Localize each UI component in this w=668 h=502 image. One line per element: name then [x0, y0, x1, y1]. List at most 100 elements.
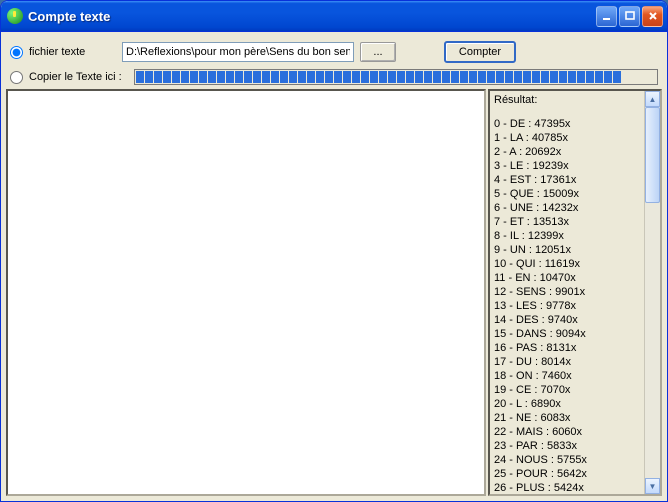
progress-segment: [262, 71, 270, 83]
progress-segment: [424, 71, 432, 83]
progress-segment: [370, 71, 378, 83]
progress-segment: [271, 71, 279, 83]
progress-segment: [235, 71, 243, 83]
titlebar[interactable]: Compte texte: [1, 1, 667, 31]
progress-segment: [604, 71, 612, 83]
result-row: 20 - L : 6890x: [494, 397, 642, 411]
progress-segment: [208, 71, 216, 83]
progress-segment: [550, 71, 558, 83]
radio-copy-input[interactable]: [10, 71, 23, 84]
result-row: 25 - POUR : 5642x: [494, 467, 642, 481]
scrollbar[interactable]: ▲ ▼: [644, 91, 660, 494]
progress-segment: [487, 71, 495, 83]
progress-segment: [442, 71, 450, 83]
progress-segment: [433, 71, 441, 83]
result-row: 19 - CE : 7070x: [494, 383, 642, 397]
progress-segment: [397, 71, 405, 83]
progress-segment: [307, 71, 315, 83]
progress-segment: [154, 71, 162, 83]
result-row: 12 - SENS : 9901x: [494, 285, 642, 299]
progress-segment: [352, 71, 360, 83]
progress-segment: [541, 71, 549, 83]
radio-file-label: fichier texte: [29, 46, 85, 58]
result-row: 5 - QUE : 15009x: [494, 187, 642, 201]
client-area: fichier texte ... Compter Copier le Text…: [1, 31, 667, 501]
app-icon: [7, 8, 23, 24]
controls-panel: fichier texte ... Compter Copier le Text…: [4, 35, 664, 89]
progress-segment: [532, 71, 540, 83]
progress-segment: [577, 71, 585, 83]
result-row: 15 - DANS : 9094x: [494, 327, 642, 341]
progress-segment: [343, 71, 351, 83]
progress-segment: [181, 71, 189, 83]
progress-segment: [289, 71, 297, 83]
result-row: 9 - UN : 12051x: [494, 243, 642, 257]
result-row: 10 - QUI : 11619x: [494, 257, 642, 271]
progress-segment: [172, 71, 180, 83]
progress-segment: [595, 71, 603, 83]
progress-segment: [298, 71, 306, 83]
result-row: 18 - ON : 7460x: [494, 369, 642, 383]
result-row: 26 - PLUS : 5424x: [494, 481, 642, 495]
progress-segment: [514, 71, 522, 83]
result-row: 11 - EN : 10470x: [494, 271, 642, 285]
option-copy-radio[interactable]: Copier le Texte ici :: [10, 71, 128, 84]
result-row: 6 - UNE : 14232x: [494, 201, 642, 215]
result-row: 17 - DU : 8014x: [494, 355, 642, 369]
radio-copy-label: Copier le Texte ici :: [29, 71, 122, 83]
result-row: 23 - PAR : 5833x: [494, 439, 642, 453]
progress-segment: [523, 71, 531, 83]
minimize-button[interactable]: [596, 6, 617, 27]
progress-bar: [134, 69, 658, 85]
progress-segment: [244, 71, 252, 83]
scroll-track[interactable]: [645, 107, 660, 478]
text-area[interactable]: [6, 89, 486, 496]
progress-segment: [145, 71, 153, 83]
result-row: 1 - LA : 40785x: [494, 131, 642, 145]
scroll-down-arrow-icon[interactable]: ▼: [645, 478, 660, 494]
progress-segment: [199, 71, 207, 83]
progress-segment: [136, 71, 144, 83]
progress-segment: [586, 71, 594, 83]
result-panel: Résultat: 0 - DE : 47395x1 - LA : 40785x…: [488, 89, 662, 496]
progress-segment: [190, 71, 198, 83]
close-button[interactable]: [642, 6, 663, 27]
progress-segment: [559, 71, 567, 83]
progress-segment: [496, 71, 504, 83]
progress-segment: [406, 71, 414, 83]
result-row: 4 - EST : 17361x: [494, 173, 642, 187]
option-file-radio[interactable]: fichier texte: [10, 46, 116, 59]
app-window: Compte texte fichier texte ...: [0, 0, 668, 502]
progress-segment: [451, 71, 459, 83]
maximize-button[interactable]: [619, 6, 640, 27]
progress-segment: [415, 71, 423, 83]
result-list: 0 - DE : 47395x1 - LA : 40785x2 - A : 20…: [494, 117, 642, 496]
result-row: 27 - PEUT : 5154x: [494, 495, 642, 496]
progress-segment: [388, 71, 396, 83]
scroll-thumb[interactable]: [645, 107, 660, 203]
progress-segment: [478, 71, 486, 83]
progress-segment: [361, 71, 369, 83]
count-button[interactable]: Compter: [444, 41, 516, 63]
radio-file-input[interactable]: [10, 46, 23, 59]
result-row: 13 - LES : 9778x: [494, 299, 642, 313]
window-title: Compte texte: [28, 9, 596, 24]
progress-segment: [505, 71, 513, 83]
result-row: 24 - NOUS : 5755x: [494, 453, 642, 467]
progress-segment: [379, 71, 387, 83]
result-row: 14 - DES : 9740x: [494, 313, 642, 327]
result-header: Résultat:: [494, 93, 642, 107]
progress-segment: [226, 71, 234, 83]
path-input[interactable]: [122, 42, 354, 62]
result-row: 16 - PAS : 8131x: [494, 341, 642, 355]
result-row: 21 - NE : 6083x: [494, 411, 642, 425]
progress-segment: [325, 71, 333, 83]
progress-segment: [613, 71, 621, 83]
scroll-up-arrow-icon[interactable]: ▲: [645, 91, 660, 107]
progress-segment: [469, 71, 477, 83]
result-row: 7 - ET : 13513x: [494, 215, 642, 229]
browse-button[interactable]: ...: [360, 42, 396, 62]
progress-segment: [163, 71, 171, 83]
result-row: 0 - DE : 47395x: [494, 117, 642, 131]
result-row: 3 - LE : 19239x: [494, 159, 642, 173]
